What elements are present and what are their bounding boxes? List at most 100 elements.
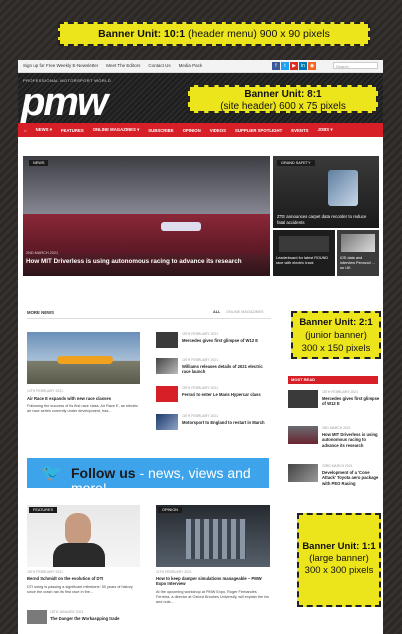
news-title-3[interactable]: Ferrari to enter Le Mans Hypercar class	[182, 392, 270, 397]
nav-item-online-magazines[interactable]: ONLINE MAGAZINES ▾	[93, 127, 140, 133]
features-next-title[interactable]: The Danger the Workaspping trade	[50, 616, 140, 621]
youtube-icon[interactable]: ▶	[290, 62, 298, 70]
features-title[interactable]: Bernd Schmidt on the evolution of DTI	[27, 576, 140, 581]
most-read-date-2: 2ND MARCH 2021	[322, 426, 351, 430]
most-read-title-2[interactable]: How MIT Driverless is using autonomous r…	[322, 432, 380, 448]
facebook-icon[interactable]: f	[272, 62, 280, 70]
follow-prefix: Follow us	[71, 465, 136, 481]
news-thumb-3[interactable]	[156, 386, 178, 402]
banner-callout-site-header: Banner Unit: 8:1 (site header) 600 x 75 …	[188, 85, 378, 113]
banner-callout-header-menu: Banner Unit: 10:1 (header menu) 900 x 90…	[58, 22, 370, 46]
hero-title[interactable]: How MIT Driverless is using autonomous r…	[26, 258, 242, 265]
features-date: 15TH FEBRUARY 2021	[27, 570, 64, 574]
features-next-thumb[interactable]	[27, 610, 47, 624]
news-title-2[interactable]: Williams releases details of 2021 electr…	[182, 364, 270, 375]
side-story-3-title[interactable]: iOS data and interview Pennzoil ... on U…	[340, 256, 378, 270]
news-date-4: 15TH FEBRUARY 2021	[182, 414, 219, 418]
site-logo[interactable]: pmw	[21, 82, 108, 122]
home-icon[interactable]: ⌂	[24, 128, 27, 133]
person-body	[53, 543, 105, 567]
nav-item-news[interactable]: NEWS ▾	[36, 127, 52, 133]
banner-detail: (header menu) 900 x 90 pixels	[188, 28, 330, 40]
contact-link[interactable]: Contact Us	[148, 63, 170, 68]
features-image[interactable]	[27, 505, 140, 567]
nav-item-supplier-spotlight[interactable]: SUPPLIER SPOTLIGHT	[235, 128, 282, 133]
side-story-1-tag[interactable]: GRAND SAFETY	[277, 160, 315, 166]
most-read-thumb-2[interactable]	[288, 426, 318, 444]
news-date-2: 15TH FEBRUARY 2021	[182, 358, 219, 362]
banner-label: Banner Unit: 10:1	[98, 28, 186, 40]
lead-news-image[interactable]	[27, 332, 140, 384]
lead-news-excerpt: Following the success of its first race …	[27, 404, 138, 413]
phone-image	[328, 170, 358, 206]
banner-line-3: 300 x 150 pixels	[301, 343, 371, 354]
nav-item-videos[interactable]: VIDEOS	[210, 128, 226, 133]
follow-us-banner[interactable]: 🐦 Follow us - news, views and more!	[27, 458, 269, 496]
most-read-date-3: 23RD MARCH 2021	[322, 464, 353, 468]
most-read-thumb-3[interactable]	[288, 464, 318, 482]
news-date-3: 15TH FEBRUARY 2021	[182, 386, 219, 390]
person-head	[65, 513, 91, 545]
side-story-1-title[interactable]: ZTE announces carpet data recorder to re…	[277, 214, 373, 225]
section-divider	[27, 318, 271, 319]
follow-us-text: Follow us - news, views and more!	[71, 466, 269, 496]
banner-line-3: 300 x 300 pixels	[304, 565, 374, 576]
top-links: Sign up for Free Weekly E-Newsletter Mee…	[23, 63, 202, 68]
nav-item-subscribe[interactable]: SUBSCRIBE	[148, 128, 173, 133]
news-thumb-1[interactable]	[156, 332, 178, 348]
most-read-title-3[interactable]: Development of a 'Cone Attack' Toyota ae…	[322, 470, 380, 486]
main-navigation: ⌂ NEWS ▾ FEATURES ONLINE MAGAZINES ▾ SUB…	[18, 123, 383, 137]
banner-callout-large: Banner Unit: 1:1 (large banner) 300 x 30…	[297, 513, 381, 607]
lead-news-title[interactable]: Air Race E expands with new race classes	[27, 396, 140, 401]
opinion-excerpt: At the upcoming workshop at PMW Expo, Ro…	[156, 590, 270, 604]
nav-item-features[interactable]: FEATURES	[61, 128, 84, 133]
lead-news-date: 12TH FEBRUARY 2021	[27, 389, 64, 393]
news-title-1[interactable]: Mercedes gives first glimpse of W12 E	[182, 338, 270, 343]
plane-image	[57, 356, 113, 364]
most-read-heading: MOST READ	[288, 376, 378, 384]
opinion-image[interactable]	[156, 505, 270, 567]
side-story-2-image	[279, 236, 329, 252]
hero-track	[23, 214, 270, 254]
filter-all[interactable]: ALL	[213, 310, 220, 314]
twitter-icon[interactable]: t	[281, 62, 289, 70]
opinion-tag[interactable]: OPINION	[158, 507, 183, 513]
search-input[interactable]: Search	[333, 62, 378, 69]
side-story-2[interactable]: Leaderboard for latest ROUND race with e…	[273, 230, 335, 276]
rss-icon[interactable]: ◉	[308, 62, 316, 70]
editors-link[interactable]: Meet The Editors	[106, 63, 140, 68]
more-news-heading: MORE NEWS	[27, 310, 54, 315]
news-thumb-4[interactable]	[156, 414, 178, 430]
opinion-title[interactable]: How to keep damper simulations manageabl…	[156, 576, 270, 587]
news-title-4[interactable]: Motorsport to England to restart in Marc…	[182, 420, 270, 425]
side-story-3-image	[341, 234, 375, 252]
side-story-2-title[interactable]: Leaderboard for latest ROUND race with e…	[276, 256, 332, 266]
linkedin-icon[interactable]: in	[299, 62, 307, 70]
features-tag[interactable]: FEATURES	[29, 507, 57, 513]
twitter-bird-icon: 🐦	[41, 463, 63, 482]
most-read-thumb-1[interactable]	[288, 390, 318, 408]
side-story-3[interactable]: iOS data and interview Pennzoil ... on U…	[337, 230, 379, 276]
news-date-1: 15TH FEBRUARY 2021	[182, 332, 219, 336]
nav-item-events[interactable]: EVENTS	[291, 128, 308, 133]
banner-label: Banner Unit: 8:1	[244, 89, 322, 100]
hero-car	[161, 222, 201, 231]
most-read-title-1[interactable]: Mercedes gives first glimpse of W12 E	[322, 396, 380, 407]
banner-line-2: (junior banner)	[305, 330, 367, 341]
banner-label: Banner Unit: 1:1	[302, 541, 376, 552]
hero-sky	[23, 156, 270, 216]
features-next-date: 15TH JANUARY 2021	[50, 610, 84, 614]
nav-item-jobs[interactable]: JOBS ▾	[317, 127, 332, 133]
media-pack-link[interactable]: Media Pack	[179, 63, 203, 68]
filter-online-magazines[interactable]: ONLINE MAGAZINES	[226, 310, 264, 314]
side-story-1[interactable]: GRAND SAFETY ZTE announces carpet data r…	[273, 156, 379, 228]
hero-tag[interactable]: NEWS	[29, 160, 49, 166]
newsletter-link[interactable]: Sign up for Free Weekly E-Newsletter	[23, 63, 98, 68]
most-read-date-1: 15TH FEBRUARY 2021	[322, 390, 359, 394]
hero-date: 2ND MARCH 2021	[26, 251, 59, 255]
banner-label: Banner Unit: 2:1	[299, 317, 373, 328]
damper-parts-image	[186, 519, 246, 559]
top-utility-bar: Sign up for Free Weekly E-Newsletter Mee…	[18, 60, 383, 73]
news-thumb-2[interactable]	[156, 358, 178, 374]
nav-item-opinion[interactable]: OPINION	[183, 128, 201, 133]
